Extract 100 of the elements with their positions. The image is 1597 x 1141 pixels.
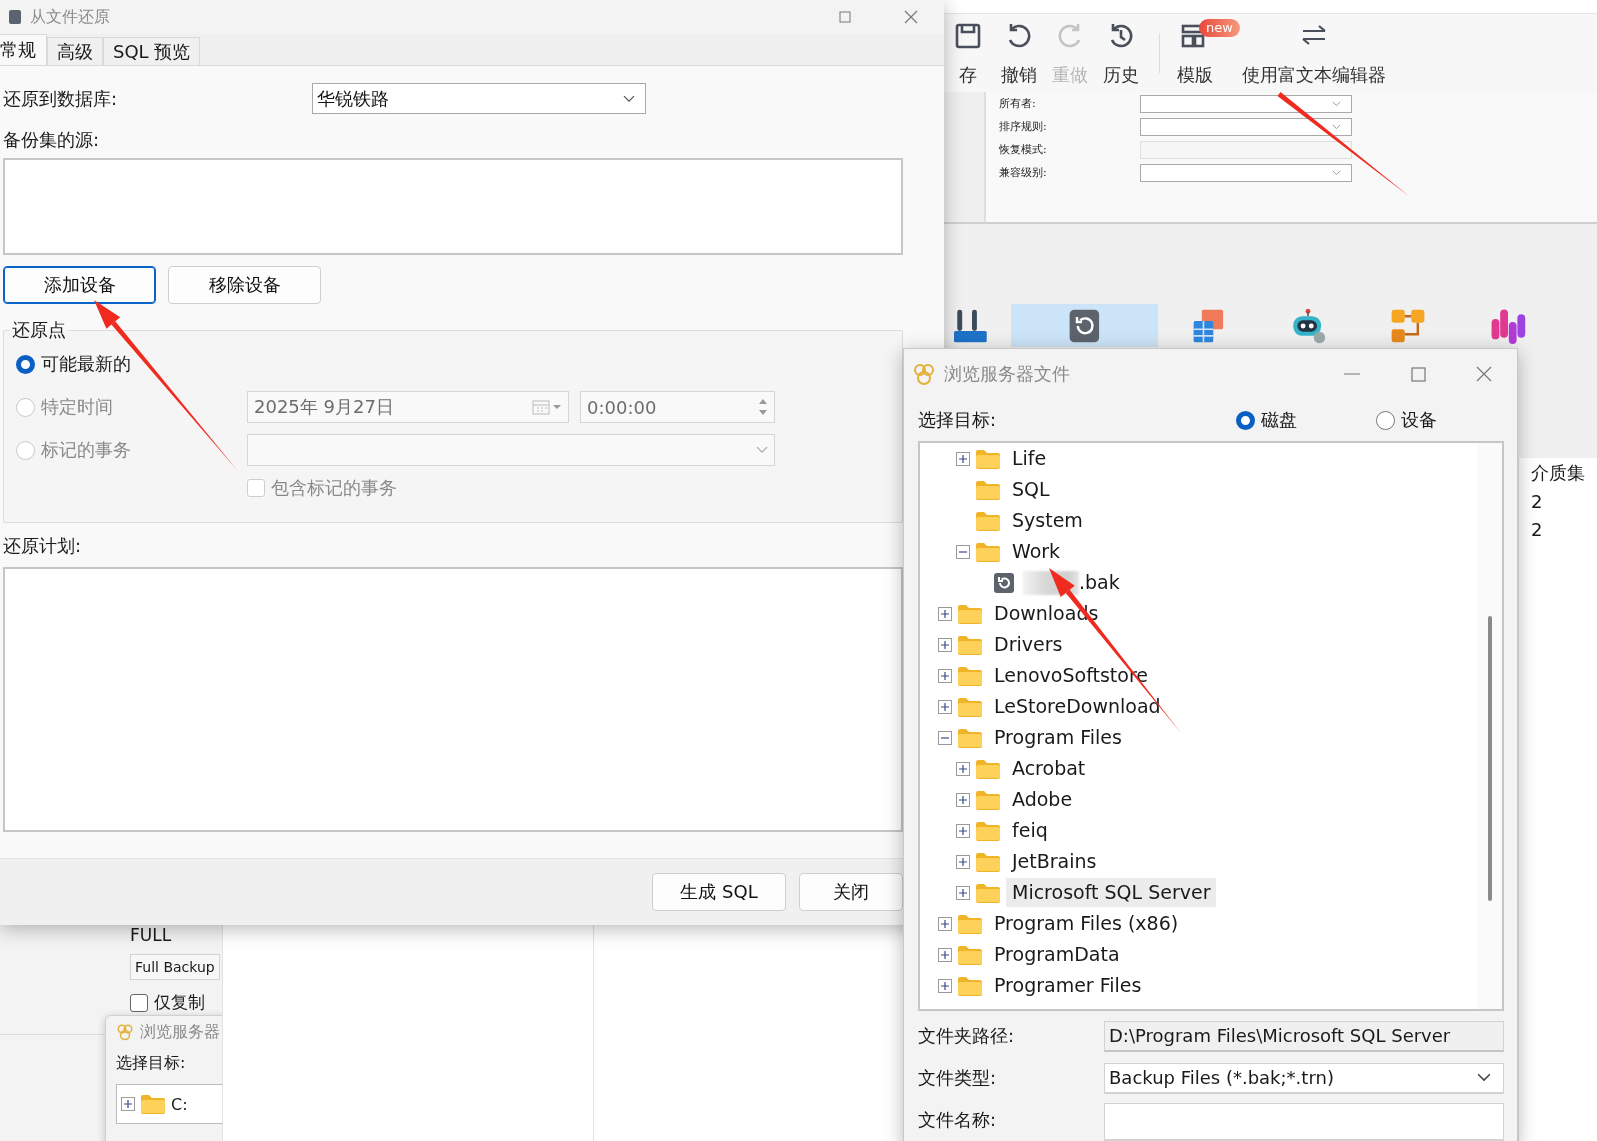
expand-icon[interactable]	[956, 885, 970, 900]
collapse-icon[interactable]	[956, 544, 970, 559]
new-badge: new	[1199, 19, 1240, 37]
folder-icon	[140, 1094, 166, 1115]
backup-source-list[interactable]	[3, 158, 903, 255]
folder-icon	[957, 913, 983, 934]
restore-icon	[1068, 308, 1101, 344]
tree-item[interactable]: Life	[1006, 444, 1053, 473]
close-icon[interactable]	[1476, 366, 1492, 382]
tab[interactable]: SQL 预览	[103, 37, 201, 65]
checkbox-label: 包含标记的事务	[271, 477, 397, 499]
folder-icon	[975, 789, 1001, 810]
device-button[interactable]: 添加设备	[3, 266, 156, 304]
expand-icon[interactable]	[938, 637, 952, 652]
expand-icon[interactable]	[938, 699, 952, 714]
radio-label: 标记的事务	[41, 439, 131, 461]
radio-button[interactable]	[1376, 410, 1395, 430]
field-label: 还原到数据库:	[3, 87, 118, 110]
checkbox-label: 仅复制	[154, 992, 205, 1013]
property-dropdown[interactable]	[1140, 164, 1352, 182]
expand-icon[interactable]	[938, 606, 952, 621]
expand-icon[interactable]	[956, 854, 970, 869]
radio-button[interactable]	[1236, 410, 1255, 430]
expand-icon[interactable]	[938, 668, 952, 683]
toolbar-button[interactable]: 历史	[1098, 19, 1144, 87]
tree-item[interactable]: LeStoreDownload	[988, 692, 1167, 721]
tree-item[interactable]: Work	[1006, 537, 1067, 566]
folder-icon	[957, 975, 983, 996]
property-label: 恢复模式:	[999, 143, 1047, 157]
backup-name-field[interactable]: Full Backup	[130, 954, 220, 981]
tab[interactable]: 常规	[0, 34, 47, 65]
tree-item[interactable]: Programer Files	[988, 971, 1148, 1000]
collapse-icon[interactable]	[938, 730, 952, 745]
dialog-button[interactable]: 生成 SQL	[652, 873, 786, 911]
backup-file-icon	[993, 571, 1015, 594]
device-button[interactable]: 移除设备	[168, 266, 321, 304]
expand-icon[interactable]	[956, 823, 970, 838]
table-cell: 2	[1531, 491, 1543, 513]
tree-item[interactable]: Acrobat	[1006, 754, 1092, 783]
chevron-down-icon	[1332, 101, 1341, 107]
checkbox[interactable]	[130, 993, 148, 1012]
chevron-down-icon	[1332, 170, 1341, 176]
radio-label: 特定时间	[41, 396, 113, 418]
property-dropdown[interactable]	[1140, 95, 1352, 113]
backup-type-label: FULL	[130, 925, 172, 946]
app-icon	[8, 9, 22, 25]
expand-icon[interactable]	[938, 947, 952, 962]
radio-label: 磁盘	[1261, 409, 1297, 431]
tree-item[interactable]: feiq	[1006, 816, 1054, 845]
radio-button[interactable]	[16, 354, 35, 374]
field-label: 备份集的源:	[3, 129, 100, 151]
expand-icon[interactable]	[956, 792, 970, 807]
tree-item[interactable]: .bak	[1079, 568, 1126, 597]
database-dropdown[interactable]: 华锐铁路	[312, 83, 646, 114]
folder-icon	[975, 479, 1001, 500]
folder-icon	[957, 944, 983, 965]
expand-icon[interactable]	[938, 978, 952, 993]
tree-item[interactable]: Microsoft SQL Server	[1006, 878, 1217, 907]
time-field[interactable]: 0:00:00	[580, 391, 775, 423]
tree-item[interactable]: Adobe	[1006, 785, 1079, 814]
close-icon[interactable]	[904, 10, 918, 24]
expand-icon[interactable]	[121, 1097, 135, 1112]
chevron-down-icon	[1332, 124, 1341, 130]
folder-icon	[975, 851, 1001, 872]
maximize-icon[interactable]	[1410, 366, 1426, 382]
toolbar-button[interactable]: 撤销	[996, 19, 1042, 87]
property-dropdown[interactable]	[1140, 118, 1352, 136]
tab[interactable]: 高级	[47, 37, 103, 65]
tree-item[interactable]: Program Files (x86)	[988, 909, 1185, 938]
save-icon	[953, 21, 983, 51]
folder-icon	[957, 665, 983, 686]
folder-icon	[957, 696, 983, 717]
tree-item[interactable]: ProgramData	[988, 940, 1126, 969]
group-label: 还原点	[11, 318, 67, 342]
field-label: 文件类型:	[918, 1067, 997, 1089]
field-label: 选择目标:	[918, 409, 997, 431]
expand-icon[interactable]	[956, 451, 970, 466]
tree-item[interactable]: Program Files	[988, 723, 1128, 752]
toolbar-button[interactable]: 使用富文本编辑器	[1240, 19, 1388, 87]
expand-icon[interactable]	[938, 916, 952, 931]
maximize-icon[interactable]	[839, 11, 851, 23]
window-title: 从文件还原	[30, 7, 110, 27]
toolbar-button[interactable]: 存	[945, 19, 991, 87]
tree-item[interactable]: System	[1006, 506, 1089, 535]
field-label: 还原计划:	[3, 535, 82, 557]
chevron-down-icon	[756, 446, 768, 454]
dialog-button[interactable]: 关闭	[799, 873, 903, 911]
file-type-dropdown[interactable]: Backup Files (*.bak;*.trn)	[1104, 1062, 1504, 1094]
selected-tile[interactable]	[1011, 304, 1158, 347]
expand-icon[interactable]	[956, 761, 970, 776]
bar-chart-icon	[1490, 308, 1526, 344]
calendar-icon	[532, 399, 562, 415]
folder-icon	[957, 603, 983, 624]
date-field[interactable]: 2025年 9月27日	[247, 391, 569, 423]
scrollbar-thumb[interactable]	[1487, 616, 1492, 901]
file-name-field[interactable]	[1104, 1103, 1504, 1141]
tree-item[interactable]: Drivers	[988, 630, 1069, 659]
tree-item[interactable]: JetBrains	[1006, 847, 1103, 876]
folder-path-field[interactable]: D:\Program Files\Microsoft SQL Server	[1104, 1020, 1504, 1052]
tree-item[interactable]: SQL	[1006, 475, 1056, 504]
